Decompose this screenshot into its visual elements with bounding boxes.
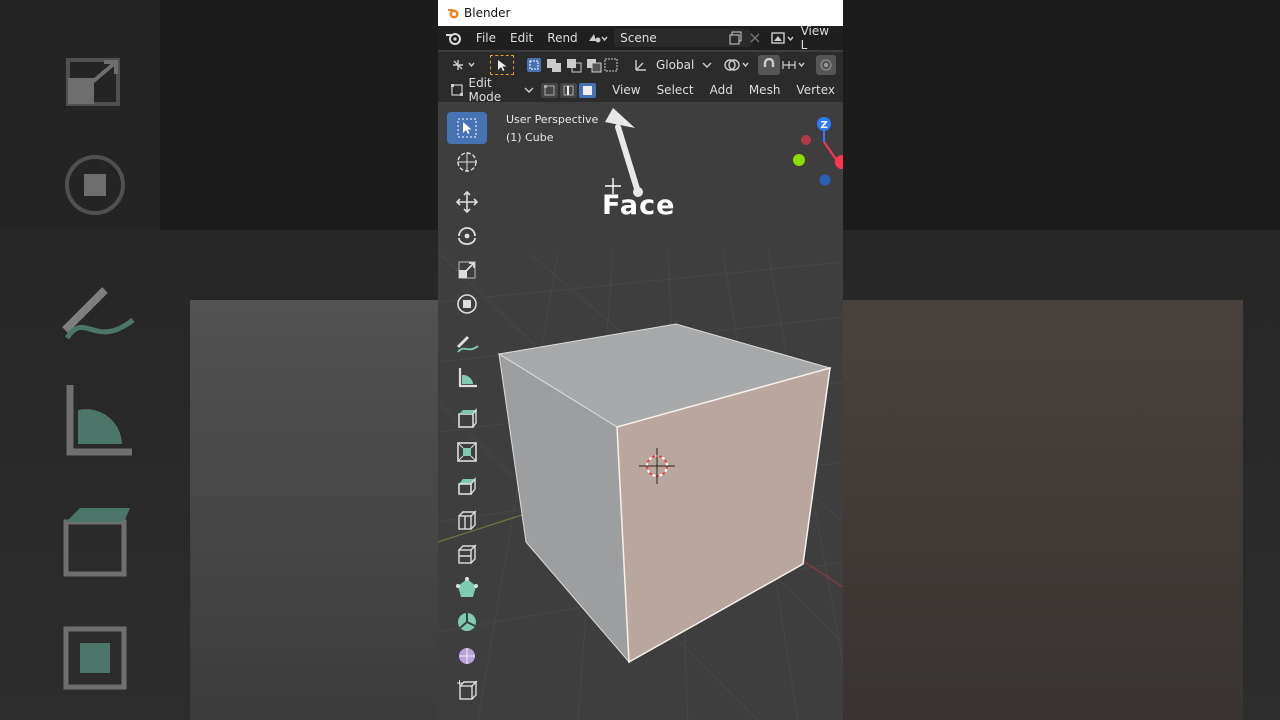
copy-scene-icon[interactable] xyxy=(727,28,745,48)
annotate-icon xyxy=(456,335,479,353)
transform-orientation-icon[interactable] xyxy=(630,55,652,75)
window-title: Blender xyxy=(464,6,511,20)
scene-browse-icon[interactable] xyxy=(585,28,610,48)
poly-build-icon xyxy=(456,577,478,597)
view-perspective-text: User Perspective xyxy=(506,113,599,126)
mesh-select-mode-icons[interactable] xyxy=(540,80,598,100)
tool-settings-bar: Global xyxy=(438,52,843,78)
background-scale-icon xyxy=(66,58,120,106)
bevel-icon xyxy=(458,510,477,530)
mode-dropdown[interactable]: Edit Mode xyxy=(464,76,521,104)
measure-tool-button[interactable] xyxy=(447,362,487,394)
active-object-text: (1) Cube xyxy=(506,131,554,144)
background-transform-icon xyxy=(65,155,125,215)
navigation-gizmo[interactable]: Z xyxy=(793,117,843,186)
view-layer-icon[interactable] xyxy=(769,28,796,48)
title-bar: Blender xyxy=(438,0,843,26)
tool-shelf xyxy=(447,112,489,708)
loop-cut-tool-button[interactable] xyxy=(447,538,487,570)
smooth-tool-button[interactable] xyxy=(447,640,487,672)
chevron-down-icon[interactable] xyxy=(698,55,716,75)
extrude-icon xyxy=(457,442,477,462)
editor-type-icon[interactable] xyxy=(446,55,482,75)
scale-icon xyxy=(458,261,476,279)
menu-select[interactable]: Select xyxy=(649,83,702,97)
transform-orientation-dropdown[interactable]: Global xyxy=(652,58,698,72)
menu-vertex[interactable]: Vertex xyxy=(788,83,843,97)
viewport-info: User Perspective (1) Cube xyxy=(506,111,598,147)
background-cube-left xyxy=(190,300,450,720)
transform-icon xyxy=(457,294,477,314)
viewport-header: Edit Mode View Select Add Mesh Vertex xyxy=(438,76,843,104)
menu-edit[interactable]: Edit xyxy=(503,31,540,45)
menu-view[interactable]: View xyxy=(604,83,648,97)
edge-slide-icon xyxy=(457,680,478,700)
background-extrude-icon xyxy=(63,626,127,690)
rotate-icon xyxy=(458,227,476,245)
transform-tool-button[interactable] xyxy=(447,288,487,320)
3d-viewport[interactable]: Z User Perspective (1) Cube Face xyxy=(438,102,843,720)
menu-mesh[interactable]: Mesh xyxy=(741,83,789,97)
background-cube-right xyxy=(843,300,1243,720)
spin-tool-button[interactable] xyxy=(447,606,487,638)
menu-file[interactable]: File xyxy=(469,31,503,45)
face-annotation-label: Face xyxy=(602,190,676,221)
proportional-editing-icon[interactable] xyxy=(816,55,837,75)
svg-text:Z: Z xyxy=(821,120,828,131)
poly-build-tool-button[interactable] xyxy=(447,572,487,604)
top-menu-bar: File Edit Rend Scene View L xyxy=(438,24,843,52)
inset-icon xyxy=(458,477,476,495)
spin-icon xyxy=(458,613,476,631)
move-tool-button[interactable] xyxy=(447,186,487,218)
selection-mode-icons[interactable] xyxy=(524,55,620,75)
annotation-arrow xyxy=(605,108,643,197)
background-add-cube-icon xyxy=(63,508,130,577)
snap-target-icon[interactable] xyxy=(780,55,810,75)
add-cube-icon xyxy=(458,407,477,428)
loop-cut-icon xyxy=(458,544,477,564)
snap-magnet-icon[interactable] xyxy=(758,55,781,75)
measure-icon xyxy=(458,368,477,388)
scale-tool-button[interactable] xyxy=(447,254,487,286)
scene-name: Scene xyxy=(620,31,657,45)
select-box-icon xyxy=(457,118,477,138)
blender-menu-icon[interactable] xyxy=(438,28,469,48)
smooth-icon xyxy=(459,648,475,664)
extrude-region-tool-button[interactable] xyxy=(447,436,487,468)
inset-faces-tool-button[interactable] xyxy=(447,470,487,502)
menu-add[interactable]: Add xyxy=(702,83,741,97)
pivot-point-icon[interactable] xyxy=(720,55,754,75)
rotate-tool-button[interactable] xyxy=(447,220,487,252)
edit-mode-icon xyxy=(450,80,464,100)
blender-window: Blender File Edit Rend Scene View L Glob… xyxy=(438,0,843,720)
view-layer-name[interactable]: View L xyxy=(797,24,843,52)
select-box-tool-icon[interactable] xyxy=(490,55,514,75)
background-annotate-icon xyxy=(62,287,135,340)
menu-render[interactable]: Rend xyxy=(540,31,584,45)
move-icon xyxy=(455,190,479,214)
annotate-tool-button[interactable] xyxy=(447,328,487,360)
blender-logo-icon xyxy=(447,7,459,19)
cursor-icon xyxy=(457,152,477,172)
delete-scene-icon[interactable] xyxy=(745,28,765,48)
bevel-tool-button[interactable] xyxy=(447,504,487,536)
background-measure-icon xyxy=(66,385,132,456)
add-cube-tool-button[interactable] xyxy=(447,402,487,434)
chevron-down-icon[interactable] xyxy=(522,80,536,100)
edge-slide-tool-button[interactable] xyxy=(447,674,487,706)
select-tool-button[interactable] xyxy=(447,112,487,144)
cursor-tool-button[interactable] xyxy=(447,146,487,178)
